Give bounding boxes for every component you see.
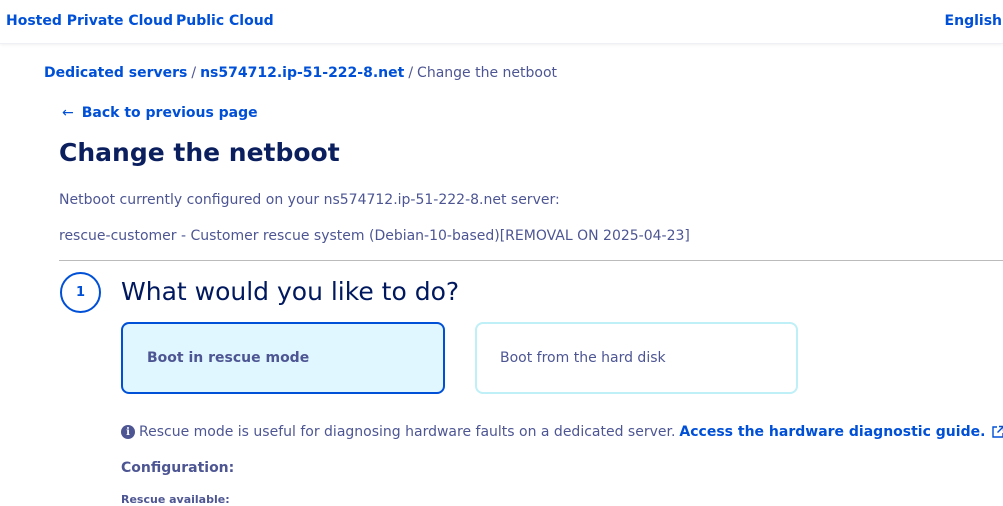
nav-hosted-private-cloud[interactable]: Hosted Private Cloud [6, 13, 173, 29]
info-text: Rescue mode is useful for diagnosing har… [139, 424, 676, 440]
back-button[interactable]: ← Back to previous page [62, 105, 258, 121]
page-title: Change the netboot [59, 138, 340, 167]
option-hard-disk[interactable]: Boot from the hard disk [475, 322, 798, 394]
arrow-left-icon: ← [62, 105, 74, 121]
breadcrumb-dedicated-servers[interactable]: Dedicated servers [44, 65, 187, 81]
breadcrumb-current: Change the netboot [417, 65, 558, 81]
configuration-label: Configuration: [121, 460, 235, 476]
current-netboot-label: Netboot currently configured on your ns5… [59, 192, 560, 208]
rescue-available-label: Rescue available: [121, 493, 230, 506]
breadcrumb-server[interactable]: ns574712.ip-51-222-8.net [200, 65, 404, 81]
breadcrumb: Dedicated servers / ns574712.ip-51-222-8.n… [44, 65, 557, 81]
external-link-icon[interactable] [991, 425, 1003, 439]
option-hard-disk-label: Boot from the hard disk [500, 350, 666, 366]
step-title: What would you like to do? [121, 277, 460, 306]
back-label: Back to previous page [81, 105, 258, 121]
info-message: i Rescue mode is useful for diagnosing h… [121, 424, 1003, 440]
current-netboot-value: rescue-customer - Customer rescue system… [59, 228, 690, 244]
top-navigation: Hosted Private Cloud Public Cloud Englis… [0, 0, 1003, 44]
option-rescue-mode-label: Boot in rescue mode [147, 350, 310, 366]
breadcrumb-separator: / [191, 65, 197, 81]
option-rescue-mode[interactable]: Boot in rescue mode [121, 322, 445, 394]
info-icon: i [121, 425, 135, 439]
nav-public-cloud[interactable]: Public Cloud [176, 13, 274, 29]
language-selector[interactable]: English [945, 13, 1002, 29]
divider [59, 260, 1003, 261]
breadcrumb-separator: / [408, 65, 414, 81]
hardware-diagnostic-guide-link[interactable]: Access the hardware diagnostic guide. [679, 424, 985, 440]
step-number: 1 [60, 272, 101, 313]
